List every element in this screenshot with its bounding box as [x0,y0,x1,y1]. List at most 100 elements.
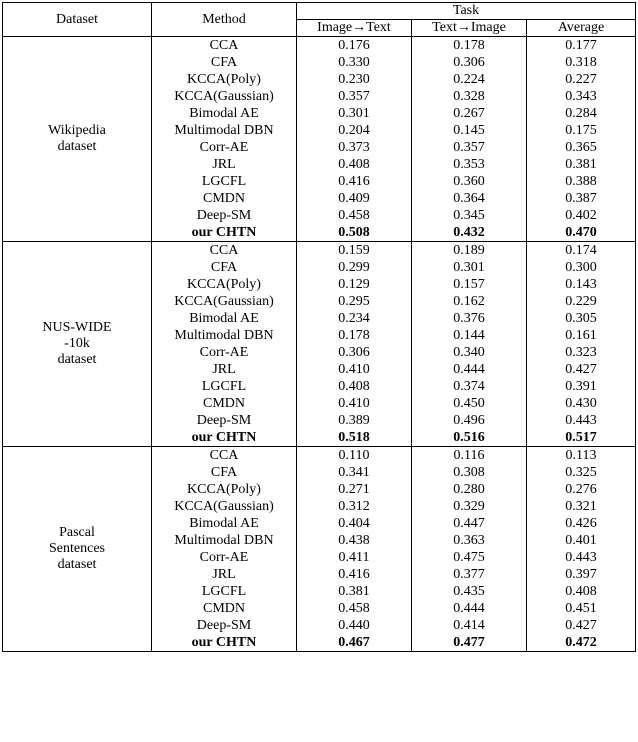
dataset-label: Pascal [59,525,95,541]
value-cell: 0.357 [297,88,412,105]
value-cell: 0.443 [527,549,636,566]
value-cell: 0.447 [412,515,527,532]
value-cell: 0.189 [412,242,527,260]
value-cell: 0.145 [412,122,527,139]
value-cell: 0.496 [412,412,527,429]
method-cell: CCA [152,37,297,55]
value-cell: 0.409 [297,190,412,207]
method-cell: CFA [152,464,297,481]
value-cell: 0.518 [297,429,412,447]
value-cell: 0.414 [412,617,527,634]
dataset-label: dataset [58,557,97,573]
value-cell: 0.271 [297,481,412,498]
value-cell: 0.341 [297,464,412,481]
value-cell: 0.157 [412,276,527,293]
method-cell: KCCA(Poly) [152,276,297,293]
method-cell: CMDN [152,600,297,617]
value-cell: 0.328 [412,88,527,105]
method-cell: JRL [152,156,297,173]
value-cell: 0.373 [297,139,412,156]
value-cell: 0.376 [412,310,527,327]
value-cell: 0.397 [527,566,636,583]
value-cell: 0.308 [412,464,527,481]
results-table: Dataset Method Task Image→Text Text→Imag… [2,2,636,652]
value-cell: 0.430 [527,395,636,412]
method-cell: Deep-SM [152,207,297,224]
value-cell: 0.416 [297,566,412,583]
value-cell: 0.365 [527,139,636,156]
value-cell: 0.284 [527,105,636,122]
value-cell: 0.410 [297,361,412,378]
value-cell: 0.444 [412,600,527,617]
value-cell: 0.161 [527,327,636,344]
value-cell: 0.388 [527,173,636,190]
table-row: WikipediadatasetCCA0.1760.1780.177 [3,37,636,55]
value-cell: 0.357 [412,139,527,156]
value-cell: 0.267 [412,105,527,122]
value-cell: 0.178 [297,327,412,344]
method-cell: JRL [152,566,297,583]
method-cell: Multimodal DBN [152,122,297,139]
value-cell: 0.229 [527,293,636,310]
value-cell: 0.427 [527,361,636,378]
method-cell: KCCA(Gaussian) [152,88,297,105]
value-cell: 0.144 [412,327,527,344]
method-cell: Bimodal AE [152,105,297,122]
header-method: Method [152,3,297,37]
method-cell: CCA [152,447,297,465]
value-cell: 0.401 [527,532,636,549]
method-cell: Bimodal AE [152,310,297,327]
value-cell: 0.321 [527,498,636,515]
method-cell: Corr-AE [152,344,297,361]
value-cell: 0.329 [412,498,527,515]
value-cell: 0.517 [527,429,636,447]
method-cell: CFA [152,259,297,276]
method-cell: KCCA(Gaussian) [152,498,297,515]
value-cell: 0.280 [412,481,527,498]
value-cell: 0.178 [412,37,527,55]
value-cell: 0.276 [527,481,636,498]
value-cell: 0.176 [297,37,412,55]
value-cell: 0.175 [527,122,636,139]
value-cell: 0.318 [527,54,636,71]
method-cell: JRL [152,361,297,378]
method-cell: CCA [152,242,297,260]
value-cell: 0.408 [297,378,412,395]
value-cell: 0.475 [412,549,527,566]
value-cell: 0.440 [297,617,412,634]
value-cell: 0.204 [297,122,412,139]
value-cell: 0.427 [527,617,636,634]
value-cell: 0.177 [527,37,636,55]
method-cell: CFA [152,54,297,71]
value-cell: 0.227 [527,71,636,88]
value-cell: 0.353 [412,156,527,173]
value-cell: 0.301 [412,259,527,276]
value-cell: 0.444 [412,361,527,378]
value-cell: 0.458 [297,600,412,617]
header-img2txt: Image→Text [297,20,412,37]
value-cell: 0.364 [412,190,527,207]
value-cell: 0.381 [297,583,412,600]
value-cell: 0.295 [297,293,412,310]
method-cell: our CHTN [152,634,297,652]
value-cell: 0.408 [527,583,636,600]
value-cell: 0.411 [297,549,412,566]
value-cell: 0.402 [527,207,636,224]
value-cell: 0.306 [297,344,412,361]
dataset-label: dataset [58,139,97,155]
value-cell: 0.325 [527,464,636,481]
value-cell: 0.340 [412,344,527,361]
dataset-label: NUS-WIDE [42,320,111,336]
value-cell: 0.129 [297,276,412,293]
value-cell: 0.374 [412,378,527,395]
dataset-cell: Wikipediadataset [3,37,152,242]
value-cell: 0.391 [527,378,636,395]
value-cell: 0.299 [297,259,412,276]
value-cell: 0.404 [297,515,412,532]
value-cell: 0.451 [527,600,636,617]
method-cell: our CHTN [152,429,297,447]
dataset-label: Wikipedia [48,123,106,139]
method-cell: LGCFL [152,378,297,395]
value-cell: 0.345 [412,207,527,224]
method-cell: CMDN [152,395,297,412]
